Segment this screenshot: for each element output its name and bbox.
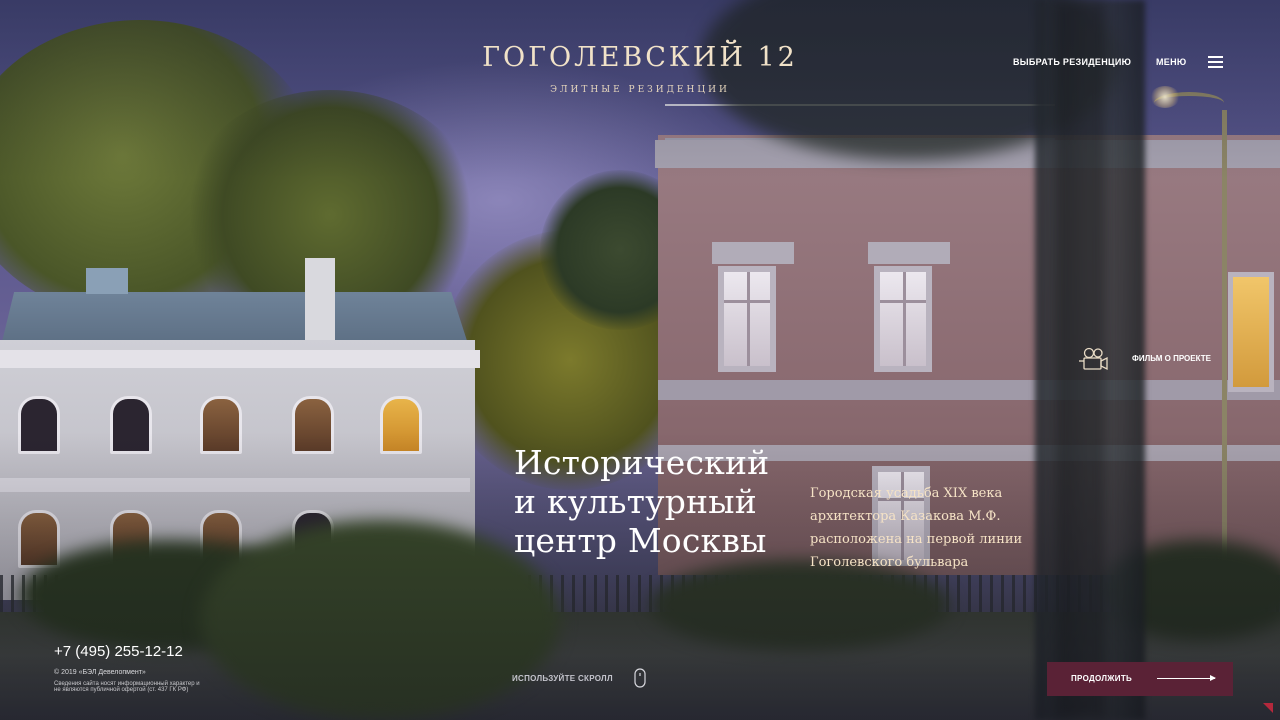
headline-line: Исторический <box>514 443 770 482</box>
hamburger-icon[interactable] <box>1208 56 1223 69</box>
brand-logo[interactable]: ГОГОЛЕВСКИЙ 12 ЭЛИТНЫЕ РЕЗИДЕНЦИИ <box>480 42 800 95</box>
headline-line: центр Москвы <box>514 521 767 560</box>
menu-link[interactable]: МЕНЮ <box>1156 57 1186 67</box>
phone-link[interactable]: +7 (495) 255-12-12 <box>54 643 183 660</box>
hero-headline: Исторический и культурный центр Москвы <box>514 444 769 561</box>
film-about-project-link[interactable]: ФИЛЬМ О ПРОЕКТЕ <box>1078 346 1211 372</box>
copyright: © 2019 «БЭЛ Девелопмент» <box>54 669 146 676</box>
hero-description: Городская усадьба XIX века архитектора К… <box>810 482 1022 574</box>
arrow-right-icon <box>1157 675 1216 681</box>
legal-disclaimer: Сведения сайта носят информационный хара… <box>54 681 200 693</box>
description-line: архитектора Казакова М.Ф. <box>810 509 1001 524</box>
brand-subtitle: ЭЛИТНЫЕ РЕЗИДЕНЦИИ <box>550 85 730 95</box>
headline-line: и культурный <box>514 482 757 521</box>
brand-title: ГОГОЛЕВСКИЙ 12 <box>482 42 798 73</box>
film-camera-icon <box>1079 347 1108 371</box>
description-line: расположена на первой линии <box>810 532 1023 547</box>
description-line: Городская усадьба XIX века <box>810 486 1003 501</box>
continue-label: ПРОДОЛЖИТЬ <box>1071 674 1133 683</box>
description-line: Гоголевского бульвара <box>810 555 969 570</box>
mouse-icon <box>634 668 646 688</box>
film-label: ФИЛЬМ О ПРОЕКТЕ <box>1132 354 1211 363</box>
continue-button[interactable]: ПРОДОЛЖИТЬ <box>1047 662 1233 696</box>
scroll-hint: ИСПОЛЬЗУЙТЕ СКРОЛЛ <box>512 674 613 683</box>
choose-residence-link[interactable]: ВЫБРАТЬ РЕЗИДЕНЦИЮ <box>1013 57 1131 67</box>
corner-triangle-icon <box>1263 703 1273 713</box>
